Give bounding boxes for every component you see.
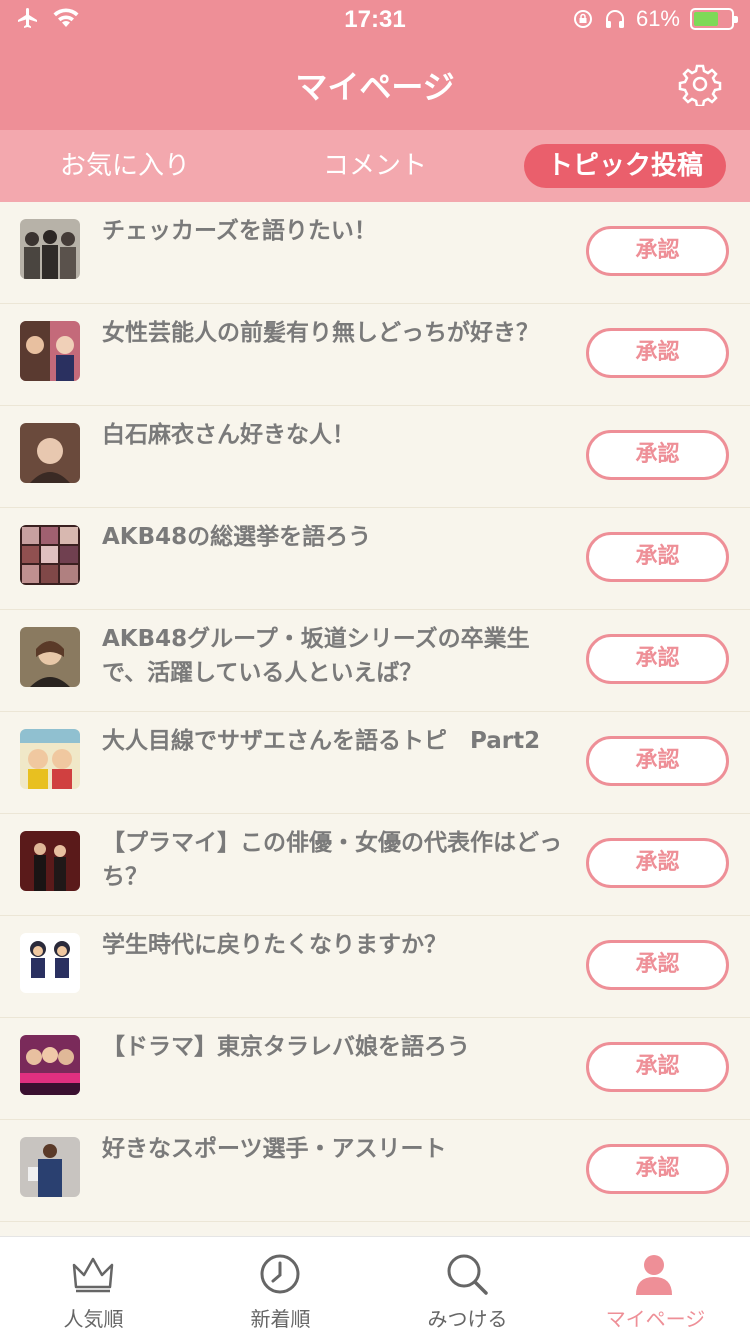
crown-icon [72,1257,114,1293]
topic-title: AKB48グループ・坂道シリーズの卒業生で、活躍している人といえば？ [102,626,530,686]
tab-favorites[interactable]: お気に入り [40,144,210,188]
list-item[interactable]: 【ドラマ】東京タラレバ娘を語ろう 承認 [0,1018,750,1120]
list-item[interactable]: AKB48の総選挙を語ろう 承認 [0,508,750,610]
gear-icon[interactable] [678,62,722,106]
tabbar-item-search[interactable]: みつける [374,1237,561,1334]
topic-title: 白石麻衣さん好きな人！ [102,422,355,448]
tabbar-item-new[interactable]: 新着順 [187,1237,374,1334]
topic-thumbnail [20,933,80,993]
approve-button[interactable]: 承認 [586,328,729,378]
tabbar-item-mypage[interactable]: マイページ [561,1237,750,1334]
list-item[interactable]: 女性芸能人の前髪有り無しどっちが好き？ 承認 [0,304,750,406]
topic-title: チェッカーズを語りたい！ [102,218,377,244]
approve-button[interactable]: 承認 [586,940,729,990]
tabbar-label: 新着順 [250,1307,311,1331]
topic-title: 学生時代に戻りたくなりますか？ [102,932,447,958]
tabbar-label: みつける [427,1307,508,1331]
topic-title: 女性芸能人の前髪有り無しどっちが好き？ [102,320,539,346]
tab-topic-posts[interactable]: トピック投稿 [524,144,726,188]
list-item[interactable]: 好きなスポーツ選手・アスリート 承認 [0,1120,750,1222]
nav-bar: マイページ [0,40,750,130]
topic-title: 【ドラマ】東京タラレバ娘を語ろう [102,1034,470,1060]
approve-button[interactable]: 承認 [586,532,729,582]
page-title: マイページ [295,68,455,106]
list-item[interactable]: 大人目線でサザエさんを語るトピ Part2 承認 [0,712,750,814]
tabbar-item-popular[interactable]: 人気順 [0,1237,187,1334]
bottom-tab-bar: 人気順 新着順 みつける マイページ [0,1236,750,1334]
status-bar: 17:31 61% [0,0,750,40]
topic-title: 大人目線でサザエさんを語るトピ Part2 [102,728,541,754]
approve-button[interactable]: 承認 [586,1144,729,1194]
approve-button[interactable]: 承認 [586,634,729,684]
list-item[interactable]: 白石麻衣さん好きな人！ 承認 [0,406,750,508]
topic-thumbnail [20,1035,80,1095]
topic-title: 【プラマイ】この俳優・女優の代表作はどっち？ [102,830,562,890]
topic-thumbnail [20,423,80,483]
topic-thumbnail [20,525,80,585]
topic-thumbnail [20,729,80,789]
search-icon [447,1254,488,1295]
topic-title: 好きなスポーツ選手・アスリート [102,1136,447,1162]
approve-button[interactable]: 承認 [586,838,729,888]
tabbar-label: マイページ [605,1307,706,1331]
segment-tabs: お気に入り コメント トピック投稿 [0,130,750,202]
topic-thumbnail [20,627,80,687]
approve-button[interactable]: 承認 [586,1042,729,1092]
topic-title: AKB48の総選挙を語ろう [102,524,372,550]
battery-percent: 61% [635,6,680,31]
approve-button[interactable]: 承認 [586,430,729,480]
list-item[interactable]: 学生時代に戻りたくなりますか？ 承認 [0,916,750,1018]
tabbar-label: 人気順 [63,1307,124,1331]
headphones-icon [605,10,624,28]
approve-button[interactable]: 承認 [586,736,729,786]
rotation-lock-icon [573,10,592,28]
list-item[interactable]: AKB48グループ・坂道シリーズの卒業生で、活躍している人といえば？ 承認 [0,610,750,712]
list-item[interactable]: 【プラマイ】この俳優・女優の代表作はどっち？ 承認 [0,814,750,916]
topic-thumbnail [20,219,80,279]
list-item[interactable]: チェッカーズを語りたい！ 承認 [0,202,750,304]
topic-list: チェッカーズを語りたい！ 承認 女性芸能人の前髪有り無しどっちが好き？ 承認 白… [0,202,750,1236]
topic-thumbnail [20,831,80,891]
topic-thumbnail [20,1137,80,1197]
person-icon [636,1255,672,1295]
topic-thumbnail [20,321,80,381]
battery-icon [690,8,738,30]
approve-button[interactable]: 承認 [586,226,729,276]
status-right: 61% [572,6,738,32]
tab-comments[interactable]: コメント [290,144,460,188]
clock-icon [260,1254,300,1294]
